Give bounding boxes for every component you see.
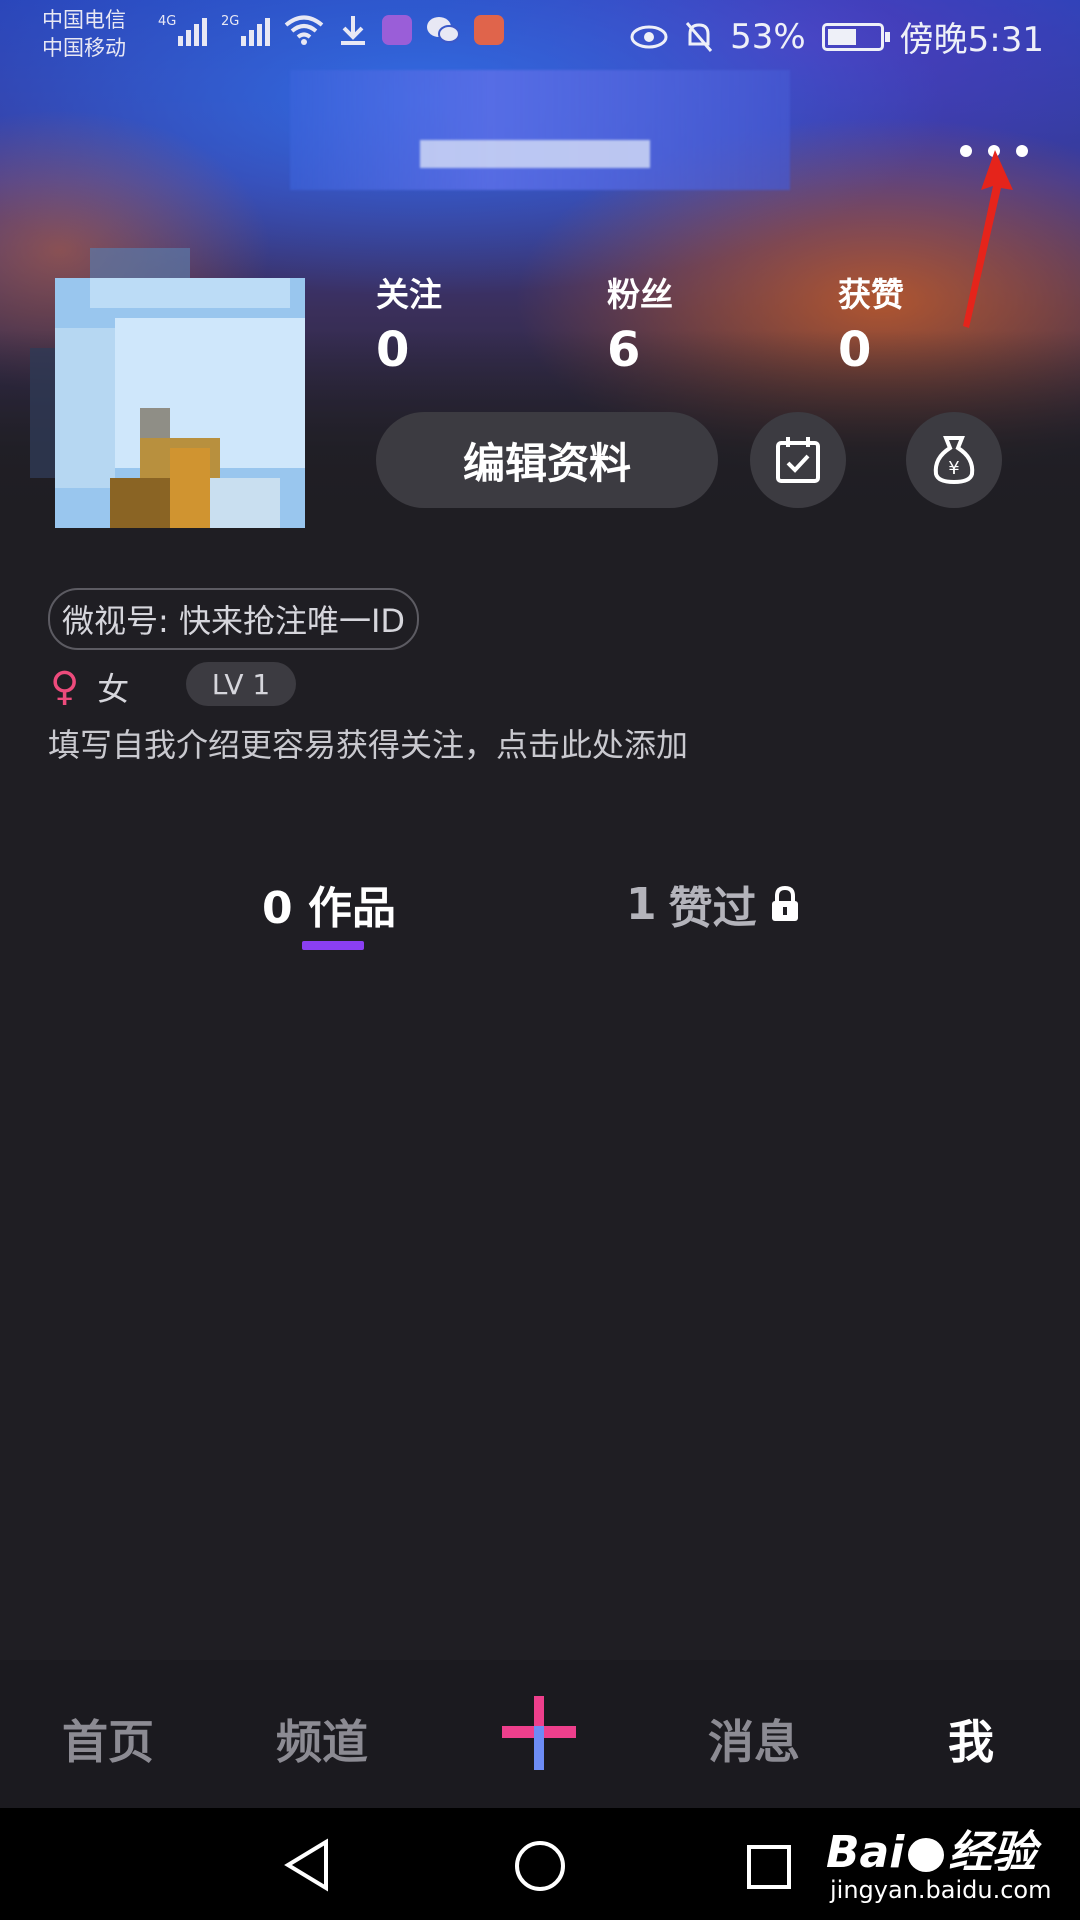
create-post-plus-icon[interactable] <box>502 1696 576 1770</box>
signal-1-tag: 4G <box>158 14 177 29</box>
edit-profile-button[interactable]: 编辑资料 <box>376 412 718 508</box>
carrier-1: 中国电信 <box>42 8 126 32</box>
calendar-check-icon <box>776 437 820 483</box>
stat-likes-label: 获赞 <box>838 275 904 314</box>
signal-2-tag: 2G <box>221 14 240 29</box>
nav-channels[interactable]: 频道 <box>276 1706 368 1772</box>
red-arrow-annotation-icon <box>963 150 1013 328</box>
battery-icon <box>821 22 890 51</box>
clock: 傍晚5:31 <box>899 20 1044 60</box>
stat-followers-value: 6 <box>607 322 641 378</box>
paw-icon <box>908 1838 945 1872</box>
signal-2g-icon: 2G <box>221 14 270 46</box>
download-icon <box>341 16 365 45</box>
stat-following[interactable]: 关注 0 <box>376 268 442 378</box>
battery-percent: 53% <box>730 16 806 57</box>
status-icons: 4G 2G <box>158 14 504 46</box>
username-obscured-bar <box>420 140 650 168</box>
avatar[interactable] <box>30 248 340 558</box>
tab-works-count: 0 <box>262 883 293 934</box>
eye-comfort-icon <box>630 25 668 48</box>
stat-likes-value: 0 <box>838 322 872 378</box>
tab-works-label: 作品 <box>307 883 396 934</box>
nav-home[interactable]: 首页 <box>62 1706 154 1772</box>
gender-label: 女 <box>97 670 130 708</box>
gender-row: ♀ 女 <box>50 664 129 710</box>
active-tab-indicator <box>302 941 364 950</box>
bottom-nav: 首页 频道 消息 我 <box>0 1660 1080 1808</box>
female-icon: ♀ <box>50 664 80 710</box>
stat-following-value: 0 <box>376 322 410 378</box>
username-obscured <box>290 70 790 190</box>
watermark-brand: Bai <box>826 1827 905 1878</box>
tab-liked-count: 1 <box>626 878 657 930</box>
lock-icon <box>771 886 798 921</box>
tab-liked[interactable]: 1 赞过 <box>626 872 801 936</box>
back-icon[interactable] <box>282 1838 332 1892</box>
svg-text:¥: ¥ <box>948 458 959 479</box>
status-bar: 中国电信 中国移动 4G 2G 53% 傍晚5:31 <box>0 0 1080 70</box>
status-right: 53% 傍晚5:31 <box>630 12 1044 61</box>
level-badge: LV 1 <box>186 662 296 706</box>
stat-likes[interactable]: 获赞 0 <box>838 268 904 378</box>
weishi-notification-icon <box>474 15 504 45</box>
stat-followers-label: 粉丝 <box>607 275 673 314</box>
bio-placeholder[interactable]: 填写自我介绍更容易获得关注，点击此处添加 <box>48 720 688 766</box>
money-bag-icon: ¥ <box>933 436 975 485</box>
check-in-button[interactable] <box>750 412 846 508</box>
stat-following-label: 关注 <box>376 275 442 314</box>
signal-4g-icon: 4G <box>158 14 207 46</box>
tab-works[interactable]: 0 作品 <box>262 872 396 936</box>
carrier-labels: 中国电信 中国移动 <box>42 6 126 62</box>
baidu-jingyan-watermark: Bai 经验 jingyan.baidu.com <box>826 1812 1056 1912</box>
nav-me[interactable]: 我 <box>948 1706 994 1772</box>
carrier-2: 中国移动 <box>42 36 126 60</box>
video-app-notification-icon <box>382 15 412 45</box>
home-circle-icon[interactable] <box>514 1840 566 1892</box>
wechat-icon <box>427 17 460 43</box>
recents-square-icon[interactable] <box>746 1844 792 1890</box>
mute-bell-icon <box>685 21 713 52</box>
wallet-button[interactable]: ¥ <box>906 412 1002 508</box>
wifi-icon <box>284 15 324 45</box>
stat-followers[interactable]: 粉丝 6 <box>607 268 673 378</box>
nav-messages[interactable]: 消息 <box>708 1706 800 1772</box>
tab-liked-label: 赞过 <box>668 883 757 934</box>
weishi-id-badge[interactable]: 微视号: 快来抢注唯一ID <box>48 588 420 650</box>
watermark-url: jingyan.baidu.com <box>830 1876 1052 1904</box>
watermark-brand-cn: 经验 <box>948 1827 1037 1878</box>
